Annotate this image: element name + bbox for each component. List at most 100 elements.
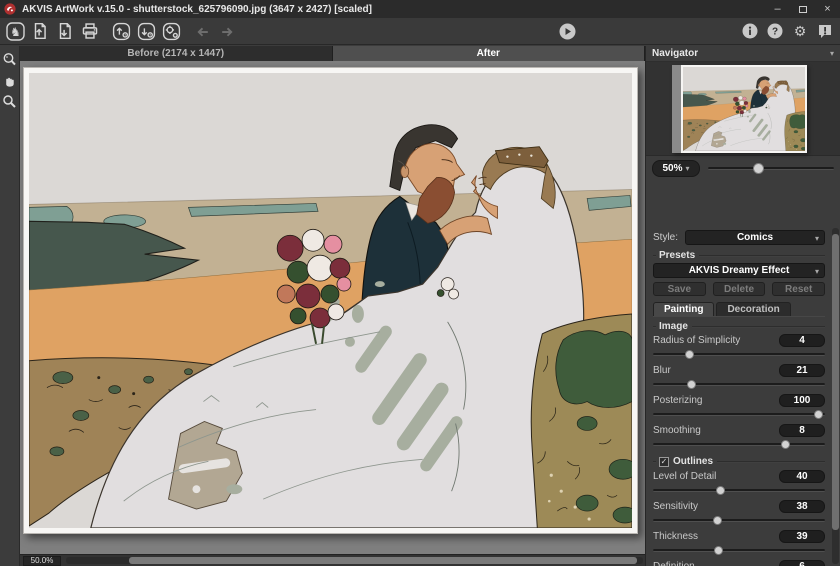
hand-tool-icon[interactable]	[2, 72, 18, 88]
preset-dropdown[interactable]: AKVIS Dreamy Effect ▾	[653, 263, 825, 278]
delete-preset-button[interactable]: Delete	[713, 282, 766, 296]
save-image-icon[interactable]	[55, 21, 75, 41]
zoom-dropdown[interactable]: 50% ▾	[652, 160, 700, 177]
slider-thumb[interactable]	[687, 380, 696, 389]
panel-scrollbar[interactable]	[832, 228, 839, 564]
parameter-label: Sensitivity	[653, 501, 698, 512]
tool-column	[0, 46, 20, 566]
parameter-slider[interactable]	[653, 408, 825, 420]
reset-preset-button[interactable]: Reset	[772, 282, 825, 296]
slider-thumb[interactable]	[814, 410, 823, 419]
slider-track[interactable]	[653, 489, 825, 492]
open-image-icon[interactable]	[30, 21, 50, 41]
import-presets-icon[interactable]	[111, 21, 131, 41]
presets-legend: Presets	[653, 250, 825, 261]
parameter-value-field[interactable]: 40	[779, 470, 825, 483]
undo-icon[interactable]	[192, 21, 212, 41]
image-group-legend: Image	[653, 321, 825, 332]
zoom-tool-icon[interactable]	[2, 93, 18, 109]
slider-thumb[interactable]	[713, 516, 722, 525]
style-value: Comics	[737, 232, 773, 243]
parameter-slider[interactable]	[653, 378, 825, 390]
parameter-value-field[interactable]: 38	[779, 500, 825, 513]
parameter-value-field[interactable]: 39	[779, 530, 825, 543]
preferences-gear-icon[interactable]: ⚙	[790, 21, 810, 41]
slider-thumb[interactable]	[781, 440, 790, 449]
print-icon[interactable]	[80, 21, 100, 41]
tab-painting[interactable]: Painting	[653, 302, 714, 316]
parameter-slider[interactable]	[653, 544, 825, 556]
zoom-slider-thumb[interactable]	[753, 163, 764, 174]
parameter-row: Level of Detail 40	[653, 469, 825, 498]
maximize-icon	[799, 6, 807, 13]
svg-text:♞: ♞	[10, 25, 21, 39]
title-bar: AKVIS ArtWork v.15.0 - shutterstock_6257…	[0, 0, 840, 18]
quick-preview-tool-icon[interactable]	[2, 51, 18, 67]
slider-track[interactable]	[653, 413, 825, 416]
parameter-value-field[interactable]: 21	[779, 364, 825, 377]
parameter-value-field[interactable]: 100	[779, 394, 825, 407]
batch-processing-icon[interactable]	[161, 21, 181, 41]
navigator-thumbnail[interactable]	[672, 65, 807, 153]
navigator-canvas-strip	[672, 65, 681, 153]
redo-icon[interactable]	[217, 21, 237, 41]
zoom-slider[interactable]	[708, 160, 834, 177]
effect-settings: Style: Comics ▾ Presets AKVIS Dreamy Eff…	[646, 226, 831, 566]
settings-panel: Navigator ▾ 50% ▾	[645, 46, 840, 566]
result-image[interactable]	[23, 67, 638, 534]
horizontal-scrollbar-thumb[interactable]	[129, 557, 637, 564]
parameter-row: Posterizing 100	[653, 393, 825, 422]
slider-track[interactable]	[653, 519, 825, 522]
tab-before[interactable]: Before (2174 x 1447)	[20, 46, 333, 61]
export-presets-icon[interactable]	[136, 21, 156, 41]
slider-track[interactable]	[653, 443, 825, 446]
panel-scrollbar-thumb[interactable]	[832, 234, 839, 530]
help-icon[interactable]: ?	[765, 21, 785, 41]
parameter-value-field[interactable]: 8	[779, 424, 825, 437]
navigator-header: Navigator ▾	[646, 46, 840, 61]
zoom-value: 50%	[662, 163, 682, 174]
svg-text:?: ?	[772, 27, 778, 38]
navigator-collapse-icon[interactable]: ▾	[830, 49, 834, 58]
minimize-button[interactable]: –	[765, 0, 790, 18]
info-icon[interactable]	[740, 21, 760, 41]
feedback-icon[interactable]	[815, 21, 835, 41]
parameter-label: Radius of Simplicity	[653, 335, 740, 346]
slider-track[interactable]	[653, 353, 825, 356]
artwork-logo-icon[interactable]: ♞	[5, 21, 25, 41]
parameter-slider[interactable]	[653, 514, 825, 526]
parameter-row: Sensitivity 38	[653, 499, 825, 528]
parameter-label: Blur	[653, 365, 671, 376]
navigator-thumbnail-image	[681, 65, 807, 153]
slider-track[interactable]	[653, 549, 825, 552]
main-toolbar: ♞ ?	[0, 18, 840, 45]
window-title: AKVIS ArtWork v.15.0 - shutterstock_6257…	[22, 4, 372, 15]
slider-thumb[interactable]	[716, 486, 725, 495]
parameter-label: Smoothing	[653, 425, 701, 436]
tab-after[interactable]: After	[333, 46, 646, 61]
parameter-slider[interactable]	[653, 348, 825, 360]
image-canvas[interactable]	[20, 61, 645, 554]
close-button[interactable]: ×	[815, 0, 840, 18]
horizontal-scrollbar[interactable]	[66, 557, 643, 564]
parameter-value-field[interactable]: 6	[779, 560, 825, 566]
outlines-checkbox[interactable]: ✓	[659, 457, 669, 467]
zoom-slider-track[interactable]	[708, 167, 834, 170]
parameter-label: Level of Detail	[653, 471, 716, 482]
parameter-slider[interactable]	[653, 484, 825, 496]
style-dropdown[interactable]: Comics ▾	[685, 230, 825, 245]
status-zoom-value[interactable]: 50.0%	[23, 556, 61, 566]
save-preset-button[interactable]: Save	[653, 282, 706, 296]
slider-track[interactable]	[653, 383, 825, 386]
slider-thumb[interactable]	[714, 546, 723, 555]
parameter-slider[interactable]	[653, 438, 825, 450]
chevron-down-icon: ▾	[815, 234, 819, 243]
parameter-value-field[interactable]: 4	[779, 334, 825, 347]
slider-thumb[interactable]	[685, 350, 694, 359]
maximize-button[interactable]	[790, 0, 815, 18]
parameter-row: Blur 21	[653, 363, 825, 392]
tab-decoration[interactable]: Decoration	[716, 302, 790, 316]
run-processing-button[interactable]	[557, 21, 577, 41]
style-label: Style:	[653, 232, 685, 243]
view-tabbar: Before (2174 x 1447) After	[20, 46, 645, 61]
